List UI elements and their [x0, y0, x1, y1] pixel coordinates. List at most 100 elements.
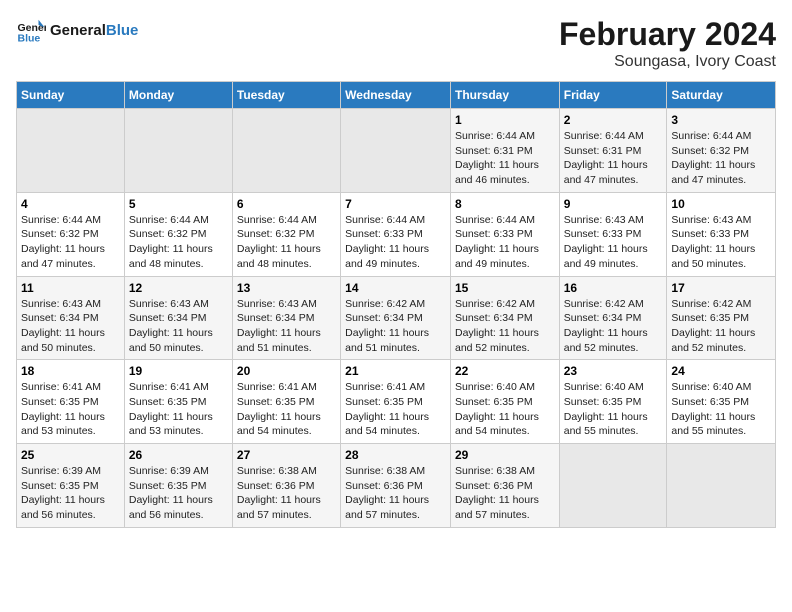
day-number: 5 — [129, 197, 228, 211]
calendar-cell: 1Sunrise: 6:44 AMSunset: 6:31 PMDaylight… — [450, 109, 559, 193]
day-number: 2 — [564, 113, 663, 127]
day-number: 15 — [455, 281, 555, 295]
day-number: 12 — [129, 281, 228, 295]
day-info: Sunrise: 6:42 AMSunset: 6:34 PMDaylight:… — [564, 297, 663, 356]
day-info: Sunrise: 6:38 AMSunset: 6:36 PMDaylight:… — [237, 464, 336, 523]
day-number: 13 — [237, 281, 336, 295]
calendar-cell: 20 Sunrise: 6:41 AMSunset: 6:35 PMDayligh… — [232, 360, 340, 444]
calendar-cell: 5Sunrise: 6:44 AMSunset: 6:32 PMDaylight… — [124, 192, 232, 276]
logo-blue: Blue — [106, 22, 139, 39]
day-number: 28 — [345, 448, 446, 462]
calendar-cell: 21 Sunrise: 6:41 AMSunset: 6:35 PMDayligh… — [341, 360, 451, 444]
day-number: 21 — [345, 364, 446, 378]
calendar-cell — [341, 109, 451, 193]
day-info: Sunrise: 6:43 AMSunset: 6:33 PMDaylight:… — [564, 213, 663, 272]
day-info: Sunrise: 6:44 AMSunset: 6:33 PMDaylight:… — [345, 213, 446, 272]
calendar-cell — [124, 109, 232, 193]
day-info: Sunrise: 6:44 AMSunset: 6:31 PMDaylight:… — [564, 129, 663, 188]
day-number: 29 — [455, 448, 555, 462]
logo-icon: General Blue — [16, 16, 46, 46]
day-info: Sunrise: 6:41 AMSunset: 6:35 PMDaylight:… — [129, 380, 228, 439]
logo: General Blue GeneralBlue — [16, 16, 138, 46]
day-info: Sunrise: 6:40 AMSunset: 6:35 PMDaylight:… — [671, 380, 771, 439]
calendar-cell — [667, 444, 776, 528]
calendar-cell: 26 Sunrise: 6:39 AMSunset: 6:35 PMDayligh… — [124, 444, 232, 528]
calendar-cell: 18 Sunrise: 6:41 AMSunset: 6:35 PMDayligh… — [17, 360, 125, 444]
calendar-cell: 4 Sunrise: 6:44 AMSunset: 6:32 PMDaylight… — [17, 192, 125, 276]
calendar-cell: 13 Sunrise: 6:43 AMSunset: 6:34 PMDayligh… — [232, 276, 340, 360]
day-number: 7 — [345, 197, 446, 211]
day-number: 18 — [21, 364, 120, 378]
calendar-cell — [232, 109, 340, 193]
page-subtitle: Soungasa, Ivory Coast — [559, 53, 776, 71]
day-info: Sunrise: 6:41 AMSunset: 6:35 PMDaylight:… — [237, 380, 336, 439]
day-info: Sunrise: 6:44 AMSunset: 6:32 PMDaylight:… — [671, 129, 771, 188]
calendar-cell: 22Sunrise: 6:40 AMSunset: 6:35 PMDayligh… — [450, 360, 559, 444]
day-info: Sunrise: 6:44 AMSunset: 6:32 PMDaylight:… — [237, 213, 336, 272]
header-day-monday: Monday — [124, 82, 232, 109]
calendar-week-1: 1Sunrise: 6:44 AMSunset: 6:31 PMDaylight… — [17, 109, 776, 193]
day-number: 8 — [455, 197, 555, 211]
page-title: February 2024 — [559, 16, 776, 53]
calendar-cell: 2 Sunrise: 6:44 AMSunset: 6:31 PMDaylight… — [559, 109, 667, 193]
day-info: Sunrise: 6:41 AMSunset: 6:35 PMDaylight:… — [345, 380, 446, 439]
day-number: 27 — [237, 448, 336, 462]
calendar-cell: 29Sunrise: 6:38 AMSunset: 6:36 PMDayligh… — [450, 444, 559, 528]
calendar-cell: 6 Sunrise: 6:44 AMSunset: 6:32 PMDaylight… — [232, 192, 340, 276]
day-info: Sunrise: 6:43 AMSunset: 6:34 PMDaylight:… — [129, 297, 228, 356]
calendar-cell: 3Sunrise: 6:44 AMSunset: 6:32 PMDaylight… — [667, 109, 776, 193]
calendar-cell — [17, 109, 125, 193]
day-info: Sunrise: 6:44 AMSunset: 6:33 PMDaylight:… — [455, 213, 555, 272]
header-day-thursday: Thursday — [450, 82, 559, 109]
calendar-cell: 28 Sunrise: 6:38 AMSunset: 6:36 PMDayligh… — [341, 444, 451, 528]
day-number: 25 — [21, 448, 120, 462]
day-info: Sunrise: 6:39 AMSunset: 6:35 PMDaylight:… — [129, 464, 228, 523]
day-number: 4 — [21, 197, 120, 211]
calendar-cell: 11Sunrise: 6:43 AMSunset: 6:34 PMDayligh… — [17, 276, 125, 360]
day-info: Sunrise: 6:42 AMSunset: 6:34 PMDaylight:… — [345, 297, 446, 356]
day-number: 23 — [564, 364, 663, 378]
day-info: Sunrise: 6:43 AMSunset: 6:34 PMDaylight:… — [237, 297, 336, 356]
day-number: 14 — [345, 281, 446, 295]
calendar-week-5: 25 Sunrise: 6:39 AMSunset: 6:35 PMDayligh… — [17, 444, 776, 528]
day-number: 20 — [237, 364, 336, 378]
calendar-cell — [559, 444, 667, 528]
logo-general: General — [50, 22, 106, 39]
day-info: Sunrise: 6:39 AMSunset: 6:35 PMDaylight:… — [21, 464, 120, 523]
day-number: 19 — [129, 364, 228, 378]
calendar-cell: 9 Sunrise: 6:43 AMSunset: 6:33 PMDaylight… — [559, 192, 667, 276]
calendar-cell: 23 Sunrise: 6:40 AMSunset: 6:35 PMDayligh… — [559, 360, 667, 444]
day-info: Sunrise: 6:38 AMSunset: 6:36 PMDaylight:… — [345, 464, 446, 523]
day-number: 24 — [671, 364, 771, 378]
header-day-sunday: Sunday — [17, 82, 125, 109]
calendar-cell: 17 Sunrise: 6:42 AMSunset: 6:35 PMDayligh… — [667, 276, 776, 360]
calendar-cell: 24 Sunrise: 6:40 AMSunset: 6:35 PMDayligh… — [667, 360, 776, 444]
day-number: 22 — [455, 364, 555, 378]
header: General Blue GeneralBlue February 2024 S… — [16, 16, 776, 71]
day-number: 9 — [564, 197, 663, 211]
day-info: Sunrise: 6:40 AMSunset: 6:35 PMDaylight:… — [564, 380, 663, 439]
day-info: Sunrise: 6:42 AMSunset: 6:34 PMDaylight:… — [455, 297, 555, 356]
header-day-tuesday: Tuesday — [232, 82, 340, 109]
day-number: 6 — [237, 197, 336, 211]
header-day-wednesday: Wednesday — [341, 82, 451, 109]
day-info: Sunrise: 6:43 AMSunset: 6:34 PMDaylight:… — [21, 297, 120, 356]
day-info: Sunrise: 6:43 AMSunset: 6:33 PMDaylight:… — [671, 213, 771, 272]
calendar-cell: 15 Sunrise: 6:42 AMSunset: 6:34 PMDayligh… — [450, 276, 559, 360]
calendar-cell: 7 Sunrise: 6:44 AMSunset: 6:33 PMDaylight… — [341, 192, 451, 276]
day-info: Sunrise: 6:42 AMSunset: 6:35 PMDaylight:… — [671, 297, 771, 356]
day-number: 17 — [671, 281, 771, 295]
day-info: Sunrise: 6:44 AMSunset: 6:31 PMDaylight:… — [455, 129, 555, 188]
title-area: February 2024 Soungasa, Ivory Coast — [559, 16, 776, 71]
calendar-cell: 12 Sunrise: 6:43 AMSunset: 6:34 PMDayligh… — [124, 276, 232, 360]
day-info: Sunrise: 6:44 AMSunset: 6:32 PMDaylight:… — [21, 213, 120, 272]
calendar-week-3: 11Sunrise: 6:43 AMSunset: 6:34 PMDayligh… — [17, 276, 776, 360]
calendar-cell: 27 Sunrise: 6:38 AMSunset: 6:36 PMDayligh… — [232, 444, 340, 528]
header-day-saturday: Saturday — [667, 82, 776, 109]
calendar-cell: 14 Sunrise: 6:42 AMSunset: 6:34 PMDayligh… — [341, 276, 451, 360]
header-day-friday: Friday — [559, 82, 667, 109]
day-number: 26 — [129, 448, 228, 462]
calendar-header-row: SundayMondayTuesdayWednesdayThursdayFrid… — [17, 82, 776, 109]
day-number: 10 — [671, 197, 771, 211]
day-info: Sunrise: 6:41 AMSunset: 6:35 PMDaylight:… — [21, 380, 120, 439]
